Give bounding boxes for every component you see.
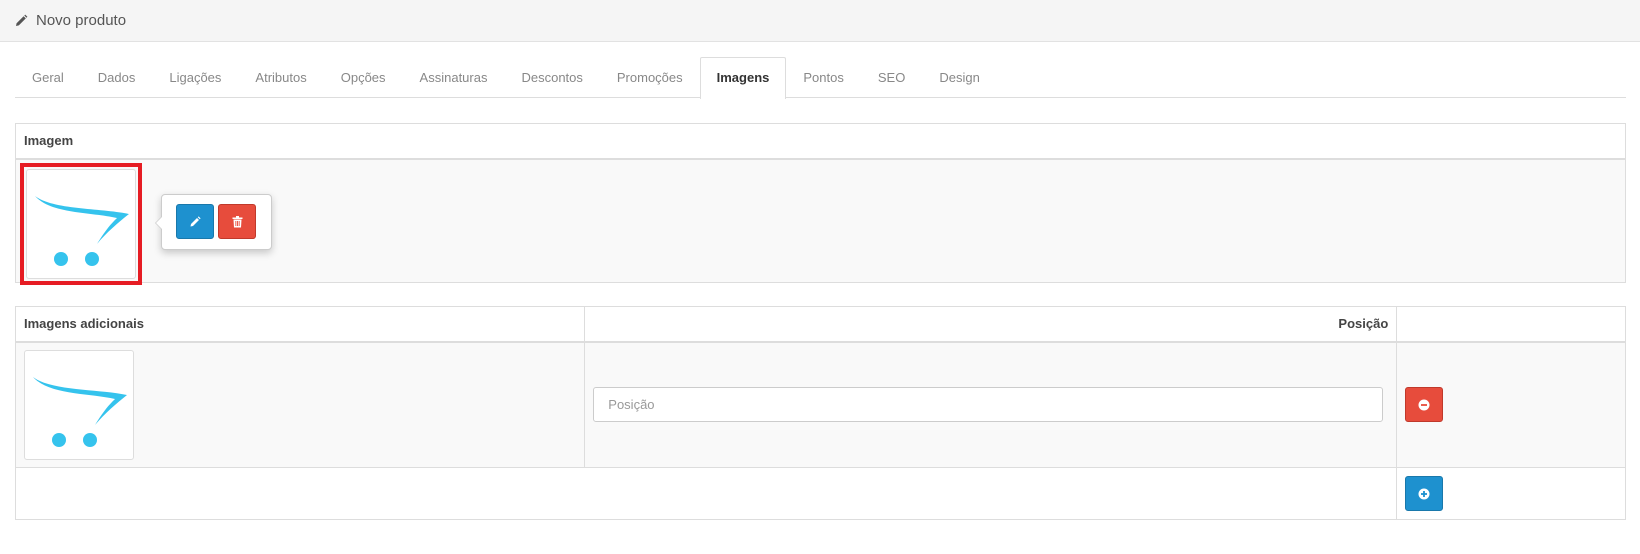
plus-circle-icon <box>1418 488 1430 500</box>
minus-circle-icon <box>1418 399 1430 411</box>
tab-atributos[interactable]: Atributos <box>238 57 323 98</box>
footer-spacer <box>14 467 1398 520</box>
tab-ligacoes[interactable]: Ligações <box>152 57 238 98</box>
table-row <box>14 341 1626 468</box>
position-cell <box>584 341 1398 468</box>
trash-icon <box>232 215 243 228</box>
tab-imagens[interactable]: Imagens <box>699 57 787 99</box>
image-actions-popover <box>155 193 272 250</box>
tab-bar: Geral Dados Ligações Atributos Opções As… <box>15 57 1626 99</box>
pencil-icon <box>14 14 28 28</box>
add-image-button[interactable] <box>1405 476 1444 511</box>
page-title: Novo produto <box>36 12 127 29</box>
delete-image-button[interactable] <box>218 204 256 239</box>
add-cell <box>1396 467 1626 520</box>
tab-descontos[interactable]: Descontos <box>504 57 599 98</box>
main-image-thumbnail[interactable] <box>26 168 136 279</box>
additional-image-cell <box>14 341 586 468</box>
additional-images-table: Imagens adicionais Posição <box>14 306 1626 520</box>
tab-geral[interactable]: Geral <box>15 57 81 98</box>
edit-image-button[interactable] <box>176 204 214 239</box>
tab-pontos[interactable]: Pontos <box>786 57 860 98</box>
tab-dados[interactable]: Dados <box>81 57 153 98</box>
tab-seo[interactable]: SEO <box>861 57 922 98</box>
actions-column-header <box>1396 306 1626 343</box>
table-footer-row <box>14 467 1626 520</box>
tab-promocoes[interactable]: Promoções <box>600 57 700 98</box>
position-column-header: Posição <box>584 306 1398 343</box>
image-column-header: Imagem <box>15 123 1626 160</box>
tab-opcoes[interactable]: Opções <box>324 57 403 98</box>
image-cell <box>15 158 1626 285</box>
position-input[interactable] <box>593 387 1384 423</box>
additional-images-column-header: Imagens adicionais <box>14 306 586 343</box>
tab-assinaturas[interactable]: Assinaturas <box>403 57 505 98</box>
pencil-icon <box>189 215 201 228</box>
cart-logo-icon <box>33 376 127 447</box>
tab-design[interactable]: Design <box>922 57 996 98</box>
cart-logo-icon <box>35 195 129 266</box>
remove-cell <box>1396 341 1626 468</box>
image-table: Imagem <box>15 123 1626 285</box>
remove-image-button[interactable] <box>1405 387 1444 423</box>
panel-heading: Novo produto <box>0 0 1640 42</box>
additional-image-thumbnail[interactable] <box>24 349 134 460</box>
